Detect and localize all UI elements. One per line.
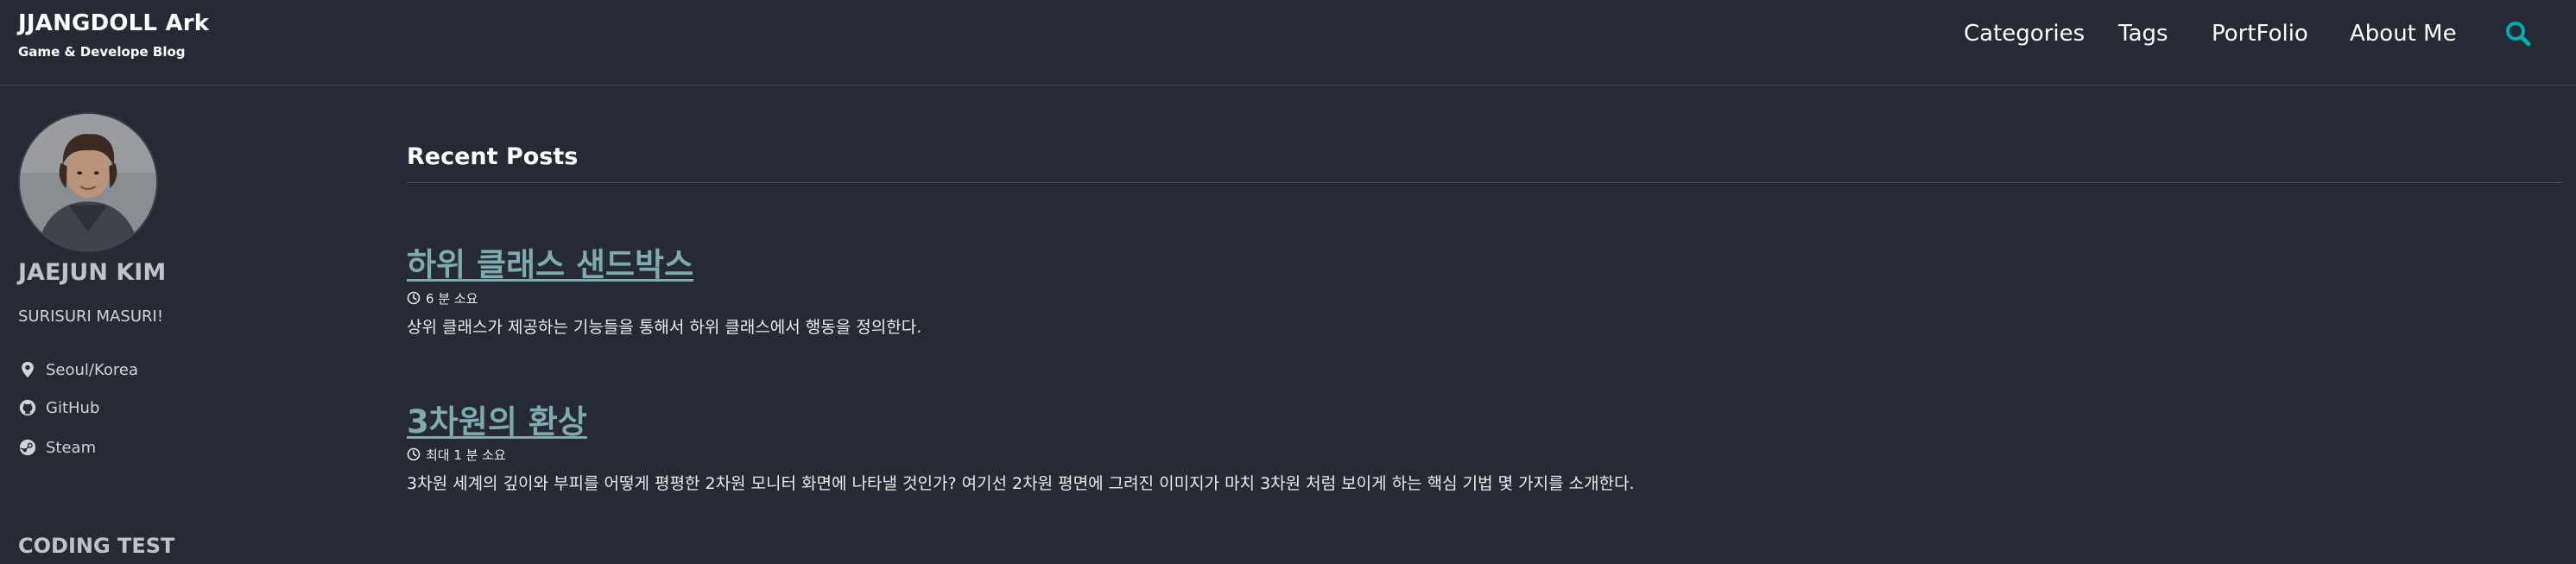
map-marker-icon xyxy=(22,361,34,378)
post-read-time-label: 최대 1 분 소요 xyxy=(426,447,506,463)
section-title: Recent Posts xyxy=(407,143,579,170)
masthead: JJANGDOLL Ark Game & Develope Blog Categ… xyxy=(0,0,2576,86)
post-read-time: 6 분 소요 xyxy=(407,289,478,307)
author-name: JAEJUN KIM xyxy=(18,259,167,286)
site-subtitle: Game & Develope Blog xyxy=(18,44,186,60)
author-bio: SURISURI MASURI! xyxy=(18,307,164,326)
post-excerpt: 상위 클래스가 제공하는 기능들을 통해서 하위 클래스에서 행동을 정의한다. xyxy=(407,318,922,337)
github-icon xyxy=(19,399,36,416)
author-steam-link[interactable]: Steam xyxy=(18,436,96,459)
post-title-link[interactable]: 3차원의 환상 xyxy=(407,396,587,442)
clock-icon xyxy=(407,447,421,461)
search-icon xyxy=(2506,22,2531,47)
clock-icon xyxy=(407,291,421,305)
author-location[interactable]: Seoul/Korea xyxy=(18,358,138,381)
author-github-label: GitHub xyxy=(46,398,100,417)
next-post-title-cut-off xyxy=(407,554,459,564)
section-divider xyxy=(407,182,2562,183)
author-github-link[interactable]: GitHub xyxy=(18,396,99,419)
post-read-time-label: 6 분 소요 xyxy=(426,290,478,307)
author-location-label: Seoul/Korea xyxy=(46,360,139,379)
site-title[interactable]: JJANGDOLL Ark xyxy=(18,10,209,36)
post-read-time: 최대 1 분 소요 xyxy=(407,446,506,463)
post-title-link[interactable]: 하위 클래스 샌드박스 xyxy=(407,238,693,285)
search-button[interactable] xyxy=(2503,19,2533,48)
author-steam-label: Steam xyxy=(46,438,97,457)
steam-icon xyxy=(19,439,36,456)
nav-categories[interactable]: Categories xyxy=(1964,21,2085,47)
sidebar-category-heading[interactable]: CODING TEST xyxy=(18,534,174,558)
avatar-photo xyxy=(20,114,156,250)
nav-portfolio[interactable]: PortFolio xyxy=(2212,21,2308,47)
post-excerpt: 3차원 세계의 깊이와 부피를 어떻게 평평한 2차원 모니터 화면에 나타낼 … xyxy=(407,474,1635,493)
avatar xyxy=(18,112,158,252)
nav-about-me[interactable]: About Me xyxy=(2350,21,2457,47)
nav-tags[interactable]: Tags xyxy=(2118,21,2168,47)
